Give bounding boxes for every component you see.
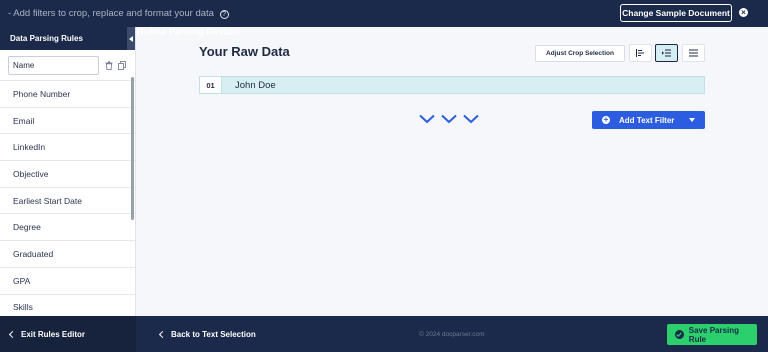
rule-item-degree[interactable]: Degree bbox=[0, 214, 135, 242]
align-left-icon bbox=[636, 49, 644, 57]
back-to-text-selection-button[interactable]: Back to Text Selection bbox=[158, 316, 256, 352]
sidebar-header: Data Parsing Rules bbox=[0, 27, 135, 50]
save-parsing-rule-button[interactable]: Save Parsing Rule bbox=[667, 324, 757, 345]
copyright-text: © 2024 docparser.com bbox=[419, 330, 485, 338]
rule-item-skills[interactable]: Skills bbox=[0, 295, 135, 317]
rule-item-graduated[interactable]: Graduated bbox=[0, 241, 135, 268]
rule-item-email[interactable]: Email bbox=[0, 108, 135, 135]
page-title: Refine Parsing Results - Add filters to … bbox=[8, 8, 240, 38]
page-subtitle: - Add filters to crop, replace and forma… bbox=[8, 8, 214, 19]
raw-data-row[interactable]: 01 John Doe bbox=[199, 76, 705, 94]
align-justify-button[interactable] bbox=[682, 44, 705, 62]
top-bar: Refine Parsing Results - Add filters to … bbox=[0, 0, 768, 38]
check-icon bbox=[675, 330, 684, 339]
chevron-left-icon bbox=[158, 330, 167, 338]
caret-down-icon[interactable] bbox=[689, 118, 695, 122]
add-text-filter-button[interactable]: + Add Text Filter bbox=[592, 111, 705, 129]
rule-item-objective[interactable]: Objective bbox=[0, 161, 135, 188]
raw-data-title: Your Raw Data bbox=[199, 44, 290, 59]
main-content: Your Raw Data Adjust Crop Selection 01 J… bbox=[137, 27, 768, 316]
rule-name-input[interactable]: Name bbox=[8, 55, 99, 75]
exit-rules-editor-label: Exit Rules Editor bbox=[21, 329, 86, 339]
chevron-down-icon bbox=[441, 114, 457, 124]
change-sample-document-button[interactable]: Change Sample Document bbox=[620, 4, 732, 22]
trash-icon[interactable] bbox=[105, 60, 113, 70]
sidebar-scrollbar[interactable] bbox=[131, 77, 134, 220]
align-justify-icon bbox=[689, 49, 698, 57]
bottom-bar: Exit Rules Editor Back to Text Selection… bbox=[0, 316, 768, 352]
rule-item-gpa[interactable]: GPA bbox=[0, 268, 135, 295]
chevron-down-icon bbox=[463, 114, 479, 124]
chevron-down-icon bbox=[419, 114, 435, 124]
sidebar-collapse-button[interactable] bbox=[127, 27, 135, 50]
add-text-filter-label: Add Text Filter bbox=[619, 115, 675, 125]
align-indent-button[interactable] bbox=[655, 44, 678, 62]
back-to-text-selection-label: Back to Text Selection bbox=[171, 329, 256, 339]
row-number: 01 bbox=[200, 77, 222, 93]
exit-rules-editor-button[interactable]: Exit Rules Editor bbox=[0, 316, 136, 352]
align-left-button[interactable] bbox=[629, 44, 652, 62]
expand-chevrons[interactable] bbox=[419, 114, 479, 124]
rule-edit-row: Name bbox=[0, 50, 135, 81]
row-text: John Doe bbox=[235, 79, 276, 91]
rule-item-earliest-start-date[interactable]: Earliest Start Date bbox=[0, 188, 135, 215]
copy-icon[interactable] bbox=[118, 60, 126, 70]
chevron-left-icon bbox=[129, 35, 133, 42]
rules-sidebar: Data Parsing Rules Name Phone Number Ema… bbox=[0, 27, 136, 316]
chevron-left-icon bbox=[8, 330, 17, 338]
close-icon[interactable]: × bbox=[739, 8, 748, 17]
rule-item-linkedin[interactable]: LinkedIn bbox=[0, 134, 135, 162]
plus-icon: + bbox=[602, 115, 610, 124]
help-icon[interactable]: ? bbox=[219, 10, 229, 19]
save-parsing-rule-label: Save Parsing Rule bbox=[688, 325, 740, 344]
adjust-crop-selection-button[interactable]: Adjust Crop Selection bbox=[535, 45, 625, 62]
sidebar-title: Data Parsing Rules bbox=[10, 34, 83, 43]
indent-icon bbox=[662, 49, 671, 57]
rule-item-phone-number[interactable]: Phone Number bbox=[0, 81, 135, 108]
